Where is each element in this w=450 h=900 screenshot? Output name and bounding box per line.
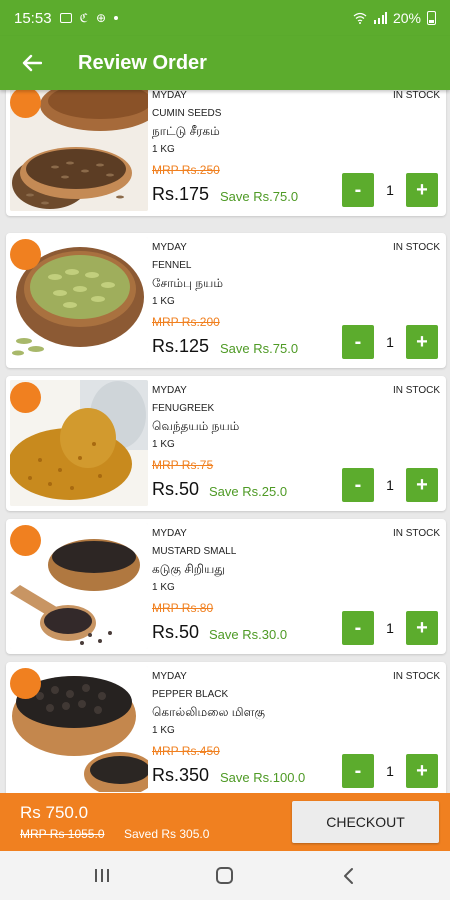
product-brand: MYDAY bbox=[152, 671, 187, 682]
product-name-tamil: சோம்பு நயம் bbox=[152, 276, 223, 290]
quantity-value: 1 bbox=[386, 334, 394, 350]
product-card-pepper: MYDAY IN STOCK PEPPER BLACK கொல்லிமலை மி… bbox=[6, 662, 446, 793]
product-mrp: MRP Rs.80 bbox=[152, 601, 214, 615]
order-total: Rs 750.0 bbox=[20, 803, 89, 822]
product-name: FENUGREEK bbox=[152, 403, 215, 414]
product-brand: MYDAY bbox=[152, 90, 187, 101]
product-unit: 1 KG bbox=[152, 582, 175, 593]
increase-quantity-button[interactable]: + bbox=[406, 325, 438, 359]
product-mrp: MRP Rs.250 bbox=[152, 163, 220, 177]
product-unit: 1 KG bbox=[152, 439, 175, 450]
globe-notification-icon: ⊕ bbox=[95, 11, 107, 25]
back-arrow-icon[interactable] bbox=[0, 36, 64, 90]
product-name-tamil: கொல்லிமலை மிளகு bbox=[152, 705, 266, 719]
product-brand: MYDAY bbox=[152, 242, 187, 253]
page-title: Review Order bbox=[78, 51, 207, 74]
product-name: PEPPER BLACK bbox=[152, 689, 229, 700]
product-card-mustard: MYDAY IN STOCK MUSTARD SMALL கடுகு சிறிய… bbox=[6, 519, 446, 654]
product-savings: Save Rs.25.0 bbox=[209, 484, 288, 499]
product-unit: 1 KG bbox=[152, 296, 175, 307]
quantity-value: 1 bbox=[386, 620, 394, 636]
product-brand: MYDAY bbox=[152, 385, 187, 396]
decrease-quantity-button[interactable]: - bbox=[342, 754, 374, 788]
decrease-quantity-button[interactable]: - bbox=[342, 468, 374, 502]
wifi-icon bbox=[353, 12, 367, 24]
product-savings: Save Rs.30.0 bbox=[209, 627, 288, 642]
app-bar: Review Order bbox=[0, 36, 450, 90]
stock-status: IN STOCK bbox=[392, 90, 440, 101]
system-back-icon[interactable] bbox=[328, 856, 368, 896]
stock-status: IN STOCK bbox=[392, 528, 440, 539]
product-card-cumin: MYDAY IN STOCK CUMIN SEEDS நாட்டு சீரகம்… bbox=[6, 90, 446, 216]
product-card-fenugreek: MYDAY IN STOCK FENUGREEK வெந்தயம் நயம் 1… bbox=[6, 376, 446, 511]
product-list[interactable]: MYDAY IN STOCK CUMIN SEEDS நாட்டு சீரகம்… bbox=[0, 90, 450, 793]
status-time: 15:53 bbox=[14, 9, 52, 27]
product-name-tamil: கடுகு சிறியது bbox=[152, 562, 225, 576]
quantity-value: 1 bbox=[386, 763, 394, 779]
checkout-button[interactable]: CHECKOUT bbox=[292, 801, 439, 843]
decrease-quantity-button[interactable]: - bbox=[342, 611, 374, 645]
home-icon[interactable] bbox=[205, 856, 245, 896]
product-savings: Save Rs.100.0 bbox=[220, 770, 306, 785]
battery-icon bbox=[427, 11, 436, 25]
increase-quantity-button[interactable]: + bbox=[406, 173, 438, 207]
product-unit: 1 KG bbox=[152, 144, 175, 155]
product-savings: Save Rs.75.0 bbox=[220, 189, 299, 204]
decrease-quantity-button[interactable]: - bbox=[342, 325, 374, 359]
signal-icon bbox=[373, 12, 387, 24]
system-nav-bar bbox=[0, 851, 450, 900]
product-mrp: MRP Rs.200 bbox=[152, 315, 220, 329]
product-name-tamil: வெந்தயம் நயம் bbox=[152, 419, 240, 433]
discount-badge bbox=[10, 668, 41, 699]
app-notification-icon: ℭ bbox=[79, 11, 88, 25]
product-name-tamil: நாட்டு சீரகம் bbox=[152, 124, 220, 138]
quantity-value: 1 bbox=[386, 477, 394, 493]
product-name: MUSTARD SMALL bbox=[152, 546, 237, 557]
gallery-notification-icon bbox=[59, 13, 72, 23]
recents-icon[interactable] bbox=[82, 856, 122, 896]
decrease-quantity-button[interactable]: - bbox=[342, 173, 374, 207]
product-savings: Save Rs.75.0 bbox=[220, 341, 299, 356]
product-card-fennel: MYDAY IN STOCK FENNEL சோம்பு நயம் 1 KG M… bbox=[6, 233, 446, 368]
stock-status: IN STOCK bbox=[392, 242, 440, 253]
discount-badge bbox=[10, 525, 41, 556]
increase-quantity-button[interactable]: + bbox=[406, 611, 438, 645]
status-bar: 15:53 ℭ ⊕ 20% bbox=[0, 0, 450, 36]
order-savings: Saved Rs 305.0 bbox=[124, 827, 210, 841]
product-price: Rs.175 bbox=[152, 184, 210, 204]
stock-status: IN STOCK bbox=[392, 385, 440, 396]
quantity-value: 1 bbox=[386, 182, 394, 198]
product-price: Rs.50 bbox=[152, 479, 200, 499]
stock-status: IN STOCK bbox=[392, 671, 440, 682]
discount-badge bbox=[10, 239, 41, 270]
product-price: Rs.350 bbox=[152, 765, 210, 785]
more-notifications-icon bbox=[114, 16, 119, 20]
product-mrp: MRP Rs.450 bbox=[152, 744, 220, 758]
product-price: Rs.50 bbox=[152, 622, 200, 642]
increase-quantity-button[interactable]: + bbox=[406, 468, 438, 502]
increase-quantity-button[interactable]: + bbox=[406, 754, 438, 788]
product-price: Rs.125 bbox=[152, 336, 210, 356]
discount-badge bbox=[10, 382, 41, 413]
order-mrp-total: MRP Rs 1055.0 bbox=[20, 827, 105, 841]
battery-percentage: 20% bbox=[392, 10, 421, 26]
order-summary-bar: Rs 750.0 MRP Rs 1055.0 Saved Rs 305.0 CH… bbox=[0, 793, 450, 851]
product-name: FENNEL bbox=[152, 260, 192, 271]
product-name: CUMIN SEEDS bbox=[152, 108, 222, 119]
product-unit: 1 KG bbox=[152, 725, 175, 736]
product-brand: MYDAY bbox=[152, 528, 187, 539]
product-mrp: MRP Rs.75 bbox=[152, 458, 214, 472]
